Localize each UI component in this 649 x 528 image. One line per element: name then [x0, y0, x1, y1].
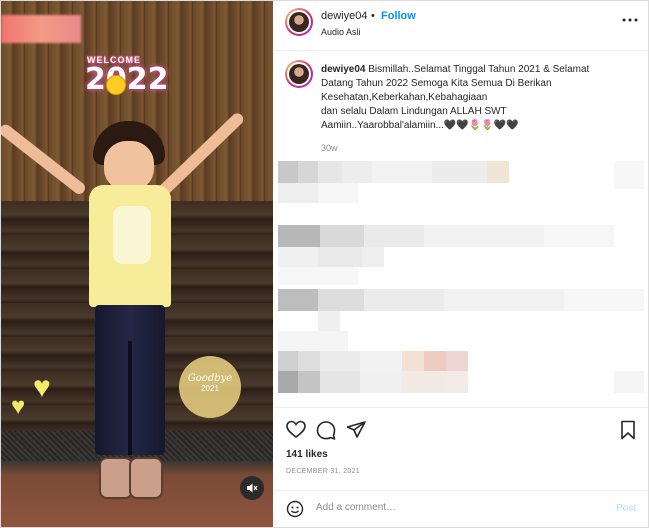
caption: dewiye04 Bismillah..Selamat Tinggal Tahu…	[321, 63, 607, 133]
caption-time: 30w	[321, 143, 338, 153]
share-icon[interactable]	[345, 418, 367, 442]
likes-count[interactable]: 141 likes	[286, 449, 328, 460]
audio-label[interactable]: Audio Asli	[321, 27, 361, 37]
emoji-icon[interactable]	[286, 500, 304, 518]
right-shoe	[129, 457, 163, 499]
left-shoe	[99, 457, 133, 499]
header-username[interactable]: dewiye04	[321, 10, 367, 22]
caption-text: dan selalu Dalam Lindungan ALLAH SWT	[321, 106, 507, 117]
heart-sticker-icon: ♥	[11, 393, 26, 420]
caption-username[interactable]: dewiye04	[321, 64, 365, 75]
more-options-icon[interactable]	[622, 13, 638, 27]
shirt-print	[113, 206, 151, 264]
child-face	[104, 141, 154, 191]
header-divider	[274, 50, 648, 51]
post-photo: WELCOME 2022 ♥ ♥ Goodbye 2021	[1, 1, 273, 527]
goodbye-2021-sticker: Goodbye 2021	[179, 356, 241, 418]
avatar[interactable]	[285, 8, 313, 36]
heart-icon[interactable]	[285, 418, 307, 442]
pants-gap	[128, 341, 132, 455]
goodbye-year-text: 2021	[201, 384, 219, 393]
caption-avatar[interactable]	[285, 60, 313, 88]
caption-text: Aamiin..Yaarobbal'alamiin...🖤🖤🌷🌷🖤🖤	[321, 120, 519, 131]
follow-button[interactable]: Follow	[381, 10, 416, 22]
post-date: DECEMBER 31, 2021	[286, 468, 360, 475]
comment-divider	[274, 490, 648, 491]
comment-input[interactable]: Add a comment…	[316, 502, 396, 513]
goodbye-text: Goodbye	[187, 373, 233, 384]
smiley-icon	[106, 75, 126, 95]
bookmark-icon[interactable]	[617, 418, 639, 442]
instagram-post-frame: WELCOME 2022 ♥ ♥ Goodbye 2021 dewiye04 •…	[0, 0, 649, 528]
post-comment-button[interactable]: Post	[616, 503, 636, 514]
post-media[interactable]: WELCOME 2022 ♥ ♥ Goodbye 2021	[1, 1, 273, 527]
header-separator: •	[371, 10, 375, 22]
post-details-panel: dewiye04 • Follow Audio Asli dewiye04 Bi…	[274, 1, 648, 527]
speaker-muted-icon[interactable]	[240, 476, 264, 500]
actions-divider	[274, 407, 648, 408]
heart-sticker-icon: ♥	[33, 371, 51, 404]
blurred-overlay	[1, 15, 81, 43]
comment-icon[interactable]	[315, 418, 337, 442]
